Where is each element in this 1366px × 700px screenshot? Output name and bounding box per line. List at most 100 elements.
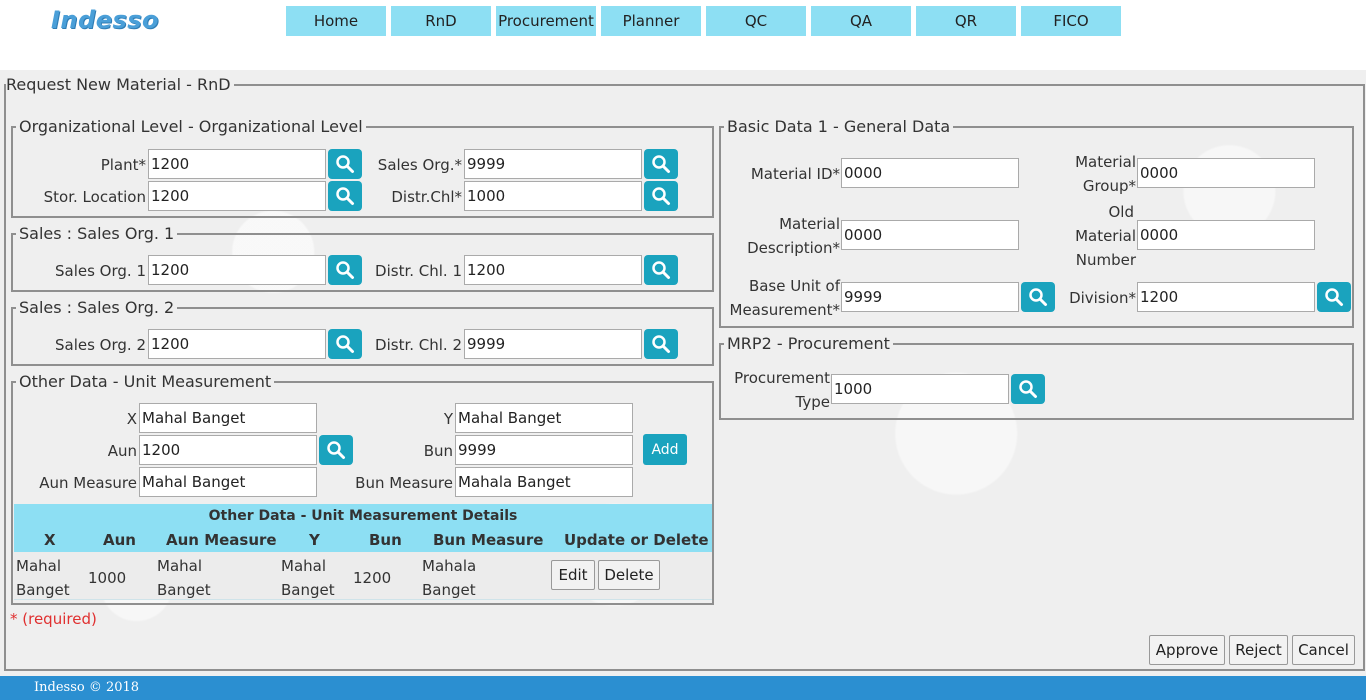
base-unit-label: Base Unit of Measurement* — [720, 274, 840, 322]
division-input[interactable] — [1137, 282, 1315, 312]
distr-chl-input[interactable] — [464, 181, 642, 211]
sales-org2-label: Sales Org. 2 — [54, 336, 146, 354]
approve-button[interactable]: Approve — [1149, 635, 1225, 665]
col-header-update-delete: Update or Delete — [564, 531, 709, 549]
material-id-label: Material ID* — [750, 165, 840, 183]
reject-button[interactable]: Reject — [1229, 635, 1288, 665]
col-header-aun-measure: Aun Measure — [166, 531, 277, 549]
stor-location-label: Stor. Location — [43, 188, 146, 206]
plant-search-button[interactable] — [328, 149, 362, 179]
col-header-bun-measure: Bun Measure — [433, 531, 544, 549]
procurement-type-search-button[interactable] — [1011, 374, 1045, 404]
logo: Indesso — [51, 6, 160, 34]
search-icon — [327, 441, 345, 459]
distr-chl1-label: Distr. Chl. 1 — [375, 262, 462, 280]
bun-measure-input[interactable] — [455, 467, 633, 497]
col-header-bun: Bun — [369, 531, 402, 549]
material-description-label: Material Description* — [730, 212, 840, 260]
distr-chl-label: Distr.Chl* — [391, 188, 462, 206]
nav-home[interactable]: Home — [286, 6, 386, 36]
search-icon — [652, 261, 670, 279]
table-header: X Aun Aun Measure Y Bun Bun Measure Upda… — [14, 528, 712, 552]
cell-x: Mahal Banget — [16, 557, 70, 599]
sales-org-input[interactable] — [464, 149, 642, 179]
plant-input[interactable] — [148, 149, 326, 179]
nav-fico[interactable]: FICO — [1021, 6, 1121, 36]
distr-chl2-label: Distr. Chl. 2 — [375, 336, 462, 354]
sales-org2-legend: Sales : Sales Org. 2 — [19, 298, 175, 317]
mrp2-legend: MRP2 - Procurement — [727, 334, 890, 353]
nav-planner[interactable]: Planner — [601, 6, 701, 36]
bun-measure-label: Bun Measure — [355, 474, 453, 492]
procurement-type-label-line2: Type — [795, 393, 830, 411]
division-label: Division* — [1069, 289, 1136, 307]
search-icon — [336, 155, 354, 173]
base-unit-input[interactable] — [841, 282, 1019, 312]
sales-org1-input[interactable] — [148, 255, 326, 285]
cell-aun: 1000 — [88, 569, 127, 587]
table-title: Other Data - Unit Measurement Details — [14, 504, 712, 528]
stor-location-search-button[interactable] — [328, 181, 362, 211]
add-button[interactable]: Add — [643, 434, 687, 465]
org-level-legend: Organizational Level - Organizational Le… — [19, 117, 363, 136]
sales-org-search-button[interactable] — [644, 149, 678, 179]
aun-label: Aun — [107, 442, 137, 460]
material-description-input[interactable] — [841, 220, 1019, 250]
nav-qa[interactable]: QA — [811, 6, 911, 36]
distr-chl-search-button[interactable] — [644, 181, 678, 211]
nav-procurement[interactable]: Procurement — [496, 6, 596, 36]
procurement-type-label: Procurement Type — [726, 366, 830, 414]
aun-input[interactable] — [139, 435, 317, 465]
division-search-button[interactable] — [1317, 282, 1351, 312]
material-group-input[interactable] — [1137, 158, 1315, 188]
table-row: Mahal Banget 1000 Mahal Banget Mahal Ban… — [14, 552, 712, 600]
cell-bun-measure: Mahala Banget — [422, 557, 477, 599]
nav-qc[interactable]: QC — [706, 6, 806, 36]
cell-y: Mahal Banget — [281, 557, 335, 599]
col-header-aun: Aun — [103, 531, 136, 549]
col-header-x: X — [44, 531, 56, 549]
old-material-number-input[interactable] — [1137, 220, 1315, 250]
material-group-label: Material Group* — [1040, 150, 1136, 198]
distr-chl1-input[interactable] — [464, 255, 642, 285]
aun-measure-label: Aun Measure — [39, 474, 137, 492]
unit-measurement-details-table: Other Data - Unit Measurement Details X … — [14, 504, 712, 600]
material-description-label-line1: Material — [779, 215, 840, 233]
old-material-label-line2: Material — [1075, 227, 1136, 245]
search-icon — [652, 187, 670, 205]
distr-chl2-input[interactable] — [464, 329, 642, 359]
page-title: Request New Material - RnD — [6, 75, 231, 94]
nav-rnd[interactable]: RnD — [391, 6, 491, 36]
y-input[interactable] — [455, 403, 633, 433]
bun-input[interactable] — [455, 435, 633, 465]
cell-bun: 1200 — [353, 569, 392, 587]
plant-label: Plant* — [100, 156, 146, 174]
delete-button[interactable]: Delete — [598, 560, 660, 590]
bun-label: Bun — [423, 442, 453, 460]
sales-org1-legend: Sales : Sales Org. 1 — [19, 224, 175, 243]
x-input[interactable] — [139, 403, 317, 433]
material-id-input[interactable] — [841, 158, 1019, 188]
procurement-type-input[interactable] — [831, 374, 1009, 404]
cancel-button[interactable]: Cancel — [1292, 635, 1355, 665]
footer: Indesso © 2018 — [0, 676, 1366, 700]
old-material-label-line3: Number — [1075, 251, 1136, 269]
edit-button[interactable]: Edit — [551, 560, 595, 590]
search-icon — [652, 335, 670, 353]
material-group-label-line1: Material — [1075, 153, 1136, 171]
nav-qr[interactable]: QR — [916, 6, 1016, 36]
search-icon — [652, 155, 670, 173]
old-material-number-label: Old Material Number — [1040, 200, 1136, 272]
distr-chl1-search-button[interactable] — [644, 255, 678, 285]
sales-org2-input[interactable] — [148, 329, 326, 359]
procurement-type-label-line1: Procurement — [734, 369, 830, 387]
stor-location-input[interactable] — [148, 181, 326, 211]
search-icon — [336, 187, 354, 205]
sales-org1-label: Sales Org. 1 — [54, 262, 146, 280]
distr-chl2-search-button[interactable] — [644, 329, 678, 359]
base-unit-label-line2: Measurement* — [729, 301, 840, 319]
x-label: X — [126, 410, 137, 428]
search-icon — [1019, 380, 1037, 398]
aun-search-button[interactable] — [319, 435, 353, 465]
aun-measure-input[interactable] — [139, 467, 317, 497]
